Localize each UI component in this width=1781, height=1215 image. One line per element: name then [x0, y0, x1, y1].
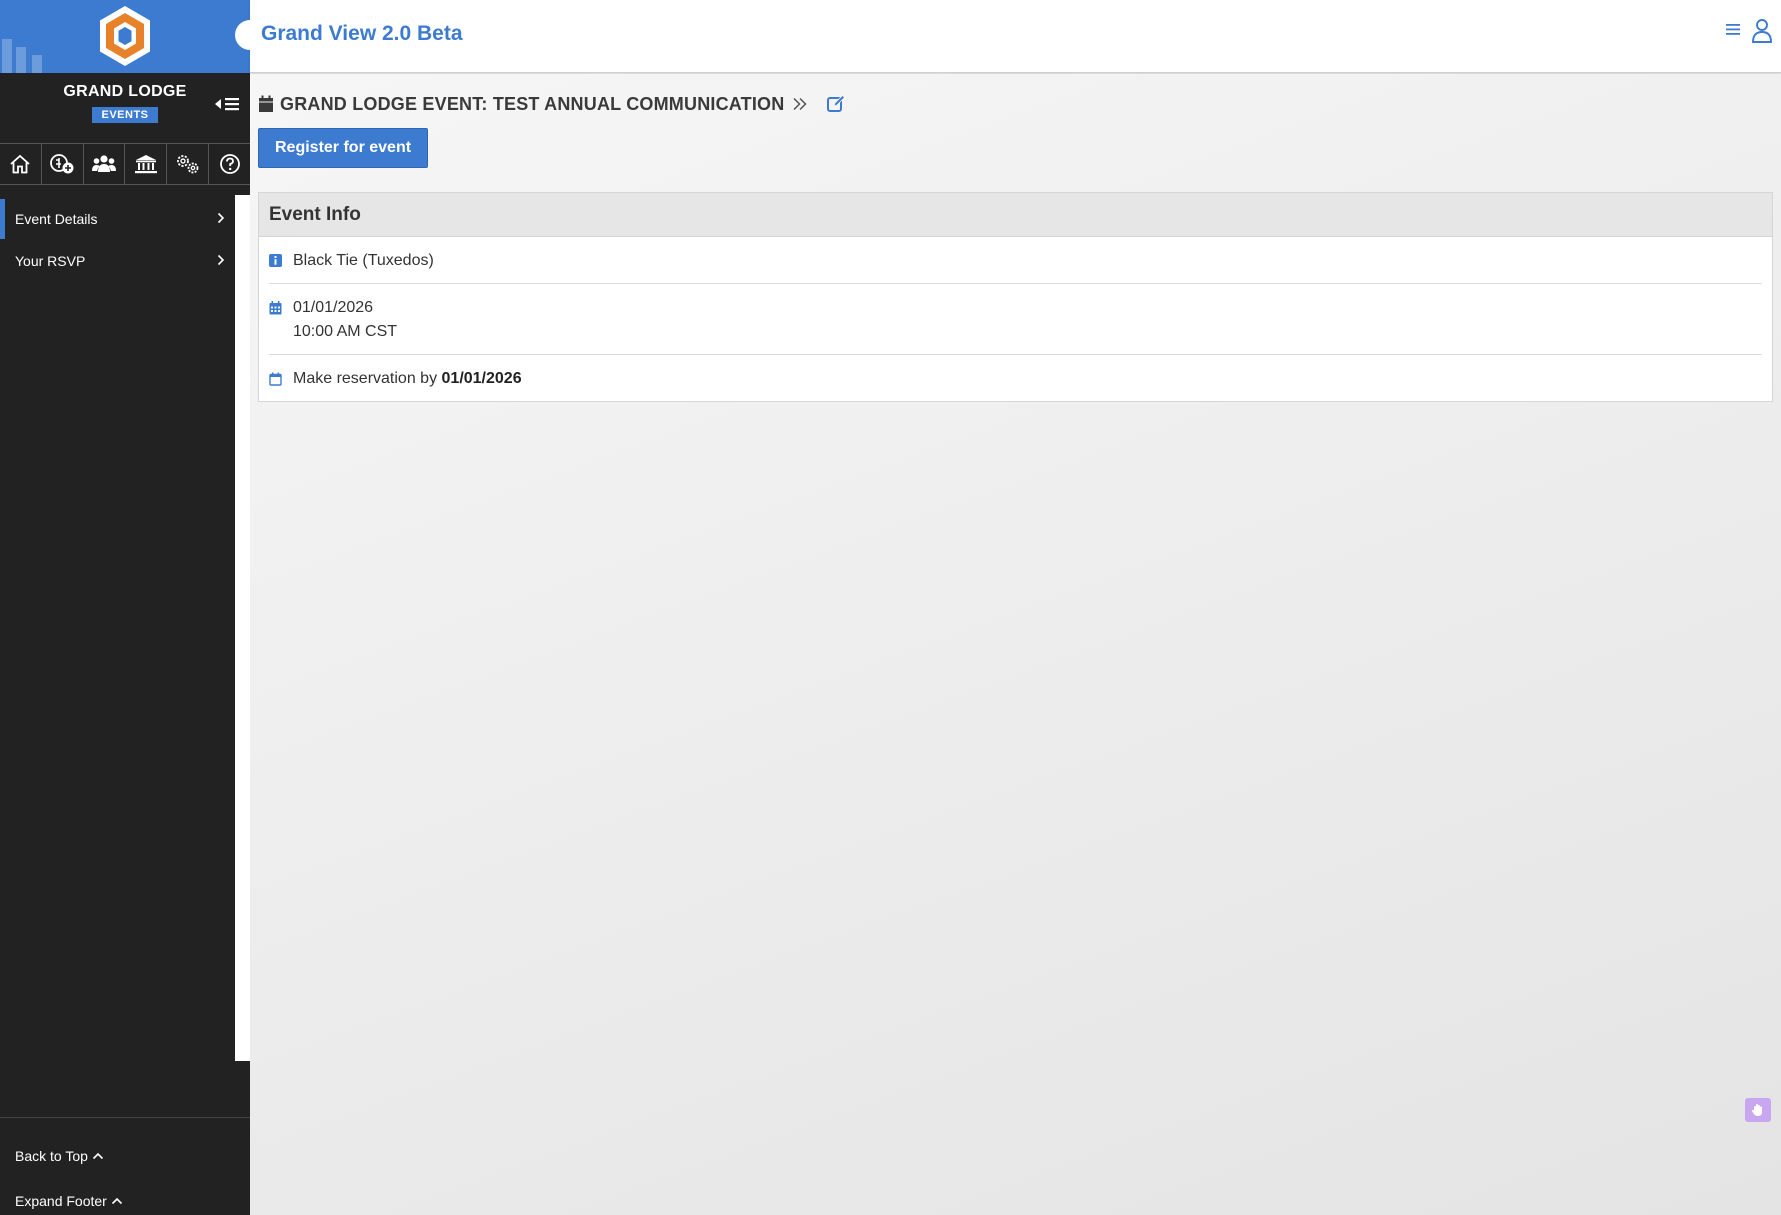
panel-title: Event Info [259, 193, 1772, 237]
menu-item-label: Your RSVP [15, 253, 86, 269]
expand-footer-label: Expand Footer [15, 1193, 107, 1209]
nav-home-button[interactable] [0, 144, 42, 184]
app-title[interactable]: Grand View 2.0 Beta [261, 22, 463, 46]
calendar-outline-icon [269, 372, 282, 386]
hand-wave-icon [1751, 1104, 1762, 1116]
expand-footer-link[interactable]: Expand Footer [15, 1193, 123, 1209]
chevron-up-icon [92, 1152, 103, 1160]
org-name: GRAND LODGE [63, 83, 187, 100]
dress-code-row: Black Tie (Tuxedos) [269, 237, 1762, 284]
page-header: GRAND LODGE EVENT: TEST ANNUAL COMMUNICA… [258, 92, 846, 116]
calendar-icon [259, 95, 273, 112]
chevron-right-icon [217, 212, 225, 224]
main-content: GRAND LODGE EVENT: TEST ANNUAL COMMUNICA… [250, 74, 1781, 1215]
chevron-right-icon [217, 254, 225, 266]
nav-members-button[interactable] [84, 144, 126, 184]
org-badge: EVENTS [92, 107, 158, 123]
event-time: 10:00 AM CST [293, 323, 398, 340]
back-to-top-label: Back to Top [15, 1148, 88, 1164]
top-icons [1725, 18, 1773, 44]
reservation-row: Make reservation by 01/01/2026 [269, 355, 1762, 401]
user-profile-icon[interactable] [1751, 18, 1773, 44]
lodge-add-icon [50, 154, 74, 174]
reservation-date: 01/01/2026 [441, 370, 522, 387]
event-date: 01/01/2026 [293, 299, 374, 316]
dress-code-value: Black Tie (Tuxedos) [293, 252, 434, 269]
help-icon [219, 154, 240, 174]
sidebar-scrollbar[interactable] [235, 195, 250, 1061]
menu-item-your-rsvp[interactable]: Your RSVP [0, 241, 235, 281]
page-title: GRAND LODGE EVENT: TEST ANNUAL COMMUNICA… [280, 93, 785, 114]
members-icon [92, 155, 117, 172]
date-time-row: 01/01/2026 10:00 AM CST [269, 284, 1762, 355]
back-to-top-link[interactable]: Back to Top [15, 1148, 104, 1164]
nav-lodge-add-button[interactable] [42, 144, 84, 184]
nav-bank-button[interactable] [125, 144, 168, 184]
side-menu: Event Details Your RSVP [0, 199, 235, 281]
menu-item-label: Event Details [15, 211, 98, 227]
hamburger-menu-icon[interactable] [1725, 18, 1741, 40]
nav-help-button[interactable] [209, 144, 250, 184]
reservation-prefix: Make reservation by [293, 370, 438, 387]
collapse-menu-icon [215, 98, 239, 111]
chevron-up-icon [111, 1197, 122, 1205]
event-info-panel: Event Info Black Tie (Tuxedos) 01/01/202… [258, 192, 1773, 402]
info-icon [269, 254, 282, 267]
calendar-grid-icon [269, 301, 282, 315]
register-for-event-button[interactable]: Register for event [258, 128, 429, 168]
chat-widget-button[interactable] [1745, 1098, 1771, 1122]
org-block: GRAND LODGE EVENTS [0, 73, 250, 143]
top-bar: Grand View 2.0 Beta [235, 0, 1781, 73]
settings-icon [176, 155, 199, 174]
sidebar-footer: Back to Top Expand Footer [0, 1117, 250, 1215]
home-icon [10, 154, 31, 174]
edit-icon[interactable] [826, 94, 846, 114]
menu-item-event-details[interactable]: Event Details [0, 199, 235, 239]
sidebar: GRAND LODGE EVENTS Event Details Your RS… [0, 0, 250, 1215]
logo-area [0, 0, 250, 73]
bank-icon [134, 155, 157, 174]
sidebar-collapse-toggle[interactable] [214, 93, 242, 115]
nav-settings-button[interactable] [167, 144, 210, 184]
logo-icon[interactable] [99, 5, 151, 67]
icon-nav [0, 143, 250, 185]
double-chevron-right-icon[interactable] [792, 96, 808, 112]
